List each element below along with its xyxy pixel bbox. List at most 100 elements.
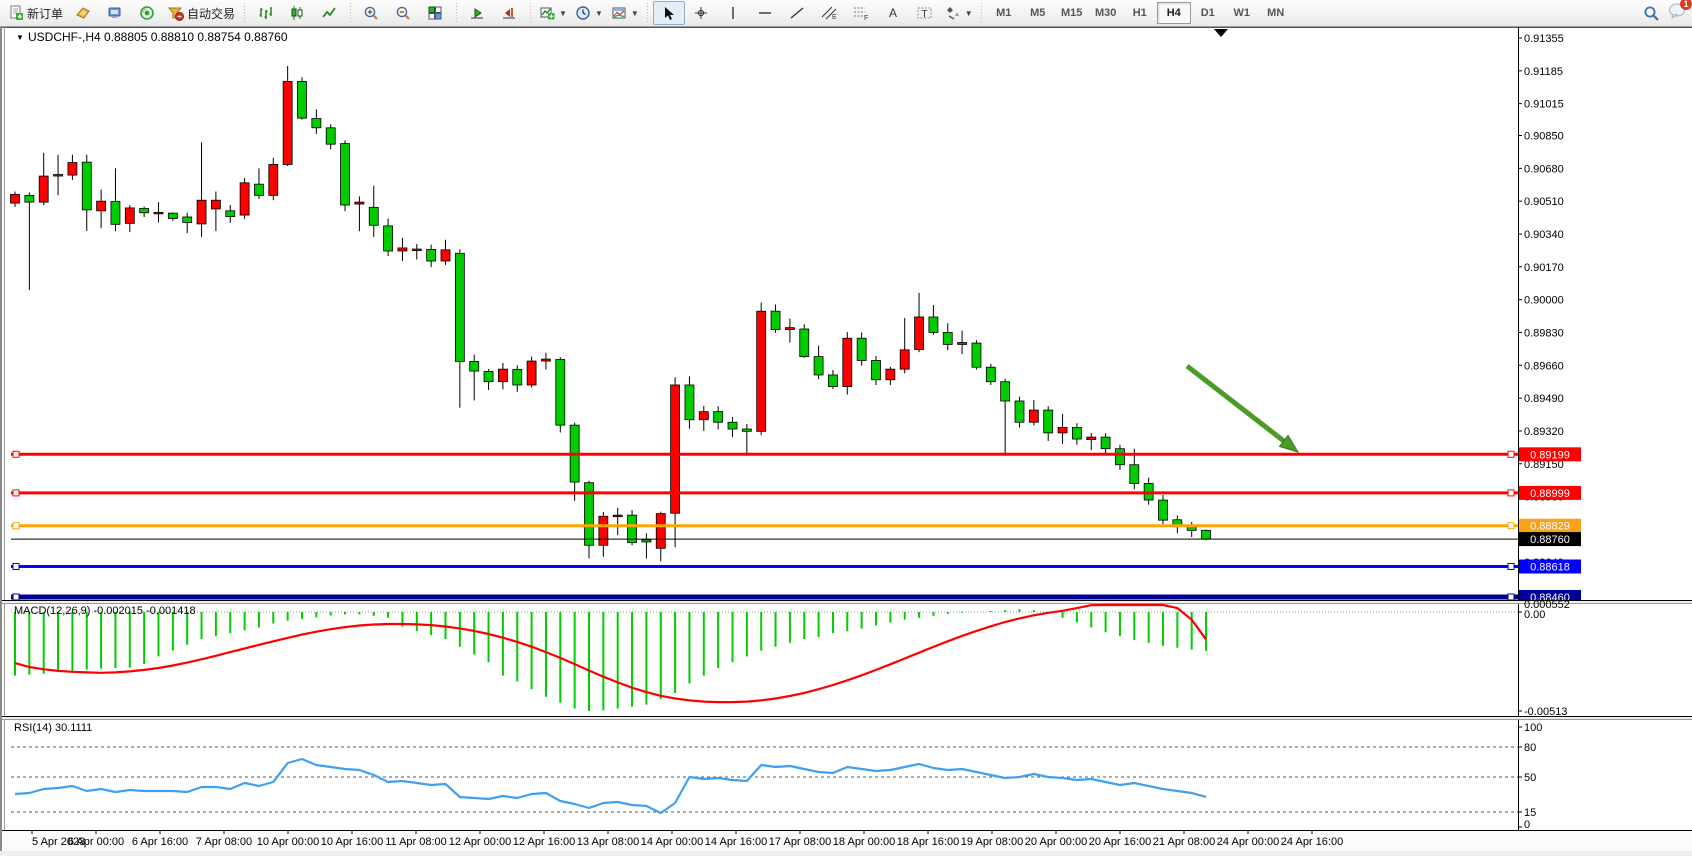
candle[interactable]	[972, 343, 981, 367]
candle[interactable]	[197, 200, 206, 224]
signals-button[interactable]	[131, 1, 163, 25]
candle[interactable]	[527, 361, 536, 385]
candle[interactable]	[226, 211, 235, 217]
timeframe-w1[interactable]: W1	[1225, 2, 1259, 24]
line-anchor[interactable]	[13, 490, 19, 496]
candle[interactable]	[97, 201, 106, 211]
candle[interactable]	[412, 249, 421, 251]
candle[interactable]	[1130, 465, 1139, 484]
notifications-button[interactable]: 1	[1668, 2, 1686, 24]
search-icon[interactable]	[1643, 5, 1660, 22]
candle[interactable]	[843, 338, 852, 386]
candle[interactable]	[642, 540, 651, 542]
timeframe-m1[interactable]: M1	[987, 2, 1021, 24]
candle[interactable]	[269, 164, 278, 195]
candle[interactable]	[742, 429, 751, 431]
candle[interactable]	[929, 317, 938, 332]
cursor-tool-button[interactable]	[653, 1, 685, 25]
candle[interactable]	[541, 359, 550, 361]
candle[interactable]	[872, 360, 881, 379]
line-anchor[interactable]	[1508, 594, 1514, 600]
candle[interactable]	[613, 515, 622, 517]
candle[interactable]	[1072, 427, 1081, 439]
candle[interactable]	[484, 371, 493, 381]
fibonacci-tool-button[interactable]: F	[845, 1, 877, 25]
periods-button[interactable]: ▼	[571, 1, 607, 25]
candle[interactable]	[656, 514, 665, 549]
line-anchor[interactable]	[1508, 523, 1514, 529]
line-chart-mode-button[interactable]	[313, 1, 345, 25]
candle[interactable]	[800, 329, 809, 357]
candle[interactable]	[1029, 410, 1038, 422]
indicators-button[interactable]: ▼	[535, 1, 571, 25]
candle[interactable]	[986, 367, 995, 381]
candle[interactable]	[240, 183, 249, 215]
candle[interactable]	[1202, 530, 1211, 539]
text-tool-button[interactable]: A	[877, 1, 909, 25]
candle[interactable]	[915, 317, 924, 349]
candle[interactable]	[470, 361, 479, 371]
bar-chart-mode-button[interactable]	[249, 1, 281, 25]
candle-chart-mode-button[interactable]	[281, 1, 313, 25]
candle[interactable]	[785, 328, 794, 330]
text-label-tool-button[interactable]: T	[909, 1, 941, 25]
candle[interactable]	[211, 200, 220, 209]
candle[interactable]	[1001, 382, 1010, 401]
candle[interactable]	[82, 162, 91, 210]
candle[interactable]	[685, 385, 694, 420]
candle[interactable]	[183, 217, 192, 222]
candle[interactable]	[1015, 401, 1024, 422]
candle[interactable]	[943, 332, 952, 344]
candle[interactable]	[111, 202, 120, 225]
zoom-in-button[interactable]	[355, 1, 387, 25]
chart-canvas[interactable]: 0.913550.911850.910150.908500.906800.905…	[2, 27, 1692, 851]
templates-button[interactable]: ▼	[607, 1, 643, 25]
candle[interactable]	[714, 412, 723, 423]
auto-trading-button[interactable]: 自动交易	[163, 1, 239, 25]
candle[interactable]	[513, 370, 522, 385]
hline-tool-button[interactable]	[749, 1, 781, 25]
line-anchor[interactable]	[13, 563, 19, 569]
candle[interactable]	[341, 144, 350, 205]
market-watch-button[interactable]	[67, 1, 99, 25]
candle[interactable]	[25, 195, 34, 202]
candle[interactable]	[326, 128, 335, 144]
candle[interactable]	[455, 253, 464, 361]
candle[interactable]	[1058, 427, 1067, 432]
auto-scroll-button[interactable]	[461, 1, 493, 25]
candle[interactable]	[828, 375, 837, 387]
candle[interactable]	[125, 208, 134, 223]
timeframe-m5[interactable]: M5	[1021, 2, 1055, 24]
crosshair-tool-button[interactable]	[685, 1, 717, 25]
candle[interactable]	[886, 369, 895, 380]
candle[interactable]	[498, 369, 507, 382]
candle[interactable]	[39, 176, 48, 202]
timeframe-mn[interactable]: MN	[1259, 2, 1293, 24]
candle[interactable]	[900, 350, 909, 369]
line-anchor[interactable]	[13, 523, 19, 529]
candle[interactable]	[168, 213, 177, 218]
panel-splitter-band[interactable]	[2, 717, 1692, 719]
candle[interactable]	[771, 311, 780, 329]
zoom-out-button[interactable]	[387, 1, 419, 25]
candle[interactable]	[599, 516, 608, 545]
candle[interactable]	[384, 226, 393, 251]
candle[interactable]	[814, 357, 823, 375]
candle[interactable]	[757, 311, 766, 431]
new-order-button[interactable]: 新订单	[4, 1, 67, 25]
candle[interactable]	[427, 249, 436, 261]
candle[interactable]	[699, 412, 708, 420]
candle[interactable]	[140, 208, 149, 212]
panel-splitter-band[interactable]	[2, 601, 1692, 603]
tile-windows-button[interactable]	[419, 1, 451, 25]
candle[interactable]	[298, 81, 307, 118]
candle[interactable]	[556, 359, 565, 425]
candle[interactable]	[628, 515, 637, 542]
line-anchor[interactable]	[1508, 490, 1514, 496]
candle[interactable]	[857, 338, 866, 360]
candle[interactable]	[254, 184, 263, 195]
candle[interactable]	[958, 343, 967, 345]
candle[interactable]	[312, 119, 321, 128]
channel-tool-button[interactable]: E	[813, 1, 845, 25]
candle[interactable]	[154, 212, 163, 214]
